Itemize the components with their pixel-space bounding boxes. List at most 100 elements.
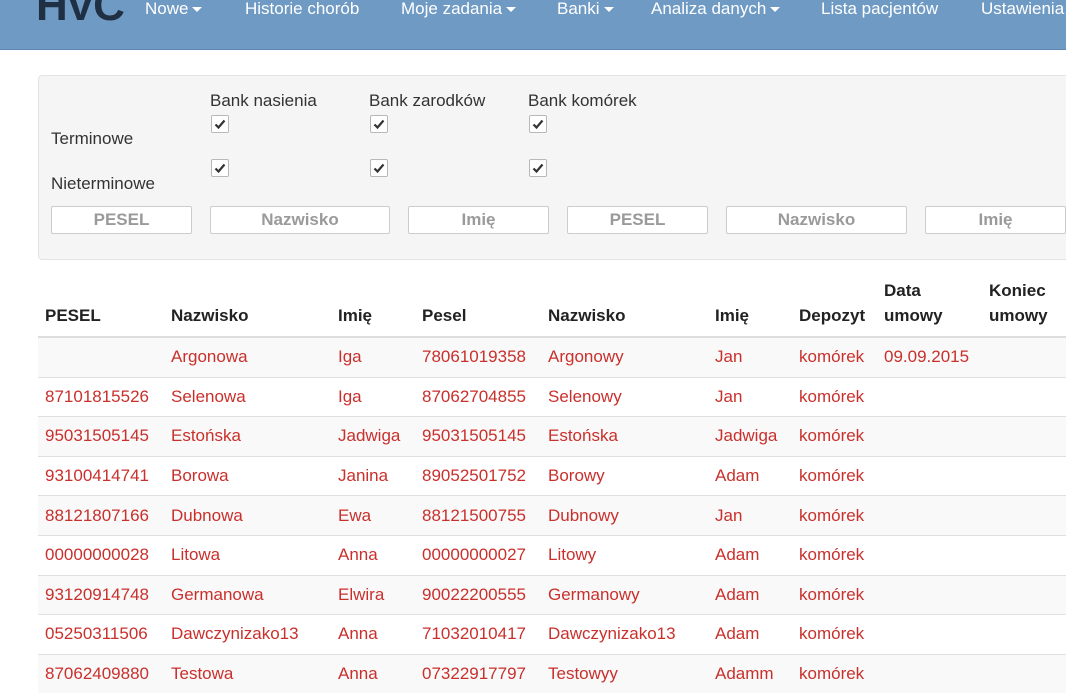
nav-moje-zadania[interactable]: Moje zadania — [401, 0, 517, 22]
cell-koniec-umowy[interactable] — [982, 653, 1066, 693]
table-row[interactable]: 93100414741 Borowa Janina 89052501752 Borowy… — [38, 455, 1066, 496]
nav-nowe[interactable]: Nowe — [145, 0, 203, 22]
cell-partner-pesel[interactable]: 07322917797 — [415, 653, 541, 693]
cell-partner-imie[interactable]: Jan — [708, 495, 792, 536]
cell-data-umowy[interactable] — [877, 614, 982, 655]
cell-imie[interactable]: Anna — [331, 534, 415, 576]
cell-imie[interactable]: Anna — [331, 614, 415, 655]
cell-nazwisko[interactable]: Selenowa — [164, 376, 331, 417]
nav-historie-chorob[interactable]: Historie chorób — [245, 0, 359, 22]
table-row[interactable]: 87101815526 Selenowa Iga 87062704855 Selenow… — [38, 376, 1066, 417]
cell-pesel[interactable]: 05250311506 — [38, 614, 164, 655]
cell-nazwisko[interactable]: Germanowa — [164, 574, 331, 615]
col-header-imie[interactable]: Imię — [331, 278, 415, 338]
cell-koniec-umowy[interactable] — [982, 614, 1066, 655]
cell-data-umowy[interactable] — [877, 455, 982, 496]
partner-pesel-filter-input[interactable] — [567, 206, 708, 234]
cell-data-umowy[interactable] — [877, 416, 982, 457]
cell-imie[interactable]: Ewa — [331, 495, 415, 536]
cell-pesel[interactable]: 93120914748 — [38, 574, 164, 615]
cell-partner-imie[interactable]: Jadwiga — [708, 416, 792, 457]
cell-nazwisko[interactable]: Testowa — [164, 653, 331, 693]
cell-imie[interactable]: Anna — [331, 653, 415, 693]
checkbox-terminowe-zarodkow[interactable] — [370, 115, 388, 133]
cell-partner-imie[interactable]: Adam — [708, 455, 792, 496]
cell-partner-imie[interactable]: Jan — [708, 376, 792, 417]
cell-depozyt[interactable]: komórek — [792, 376, 877, 417]
cell-nazwisko[interactable]: Dawczynizako13 — [164, 614, 331, 655]
cell-partner-nazwisko[interactable]: Selenowy — [541, 376, 708, 417]
table-row[interactable]: 93120914748 Germanowa Elwira 90022200555 Ger… — [38, 574, 1066, 615]
cell-partner-pesel[interactable]: 88121500755 — [415, 495, 541, 536]
cell-nazwisko[interactable]: Argonowa — [164, 336, 331, 378]
col-header-koniec-umowy[interactable]: Koniec umowy — [982, 278, 1066, 338]
cell-partner-pesel[interactable]: 95031505145 — [415, 416, 541, 457]
table-row[interactable]: 88121807166 Dubnowa Ewa 88121500755 Dubnowy J… — [38, 495, 1066, 536]
col-header-data-umowy[interactable]: Data umowy — [877, 278, 982, 338]
col-header-partner-pesel[interactable]: Pesel — [415, 278, 541, 338]
cell-depozyt[interactable]: komórek — [792, 653, 877, 693]
col-header-depozyt[interactable]: Depozyt — [792, 278, 877, 338]
cell-partner-nazwisko[interactable]: Estońska — [541, 416, 708, 457]
nazwisko-filter-input[interactable] — [210, 206, 390, 234]
cell-depozyt[interactable]: komórek — [792, 495, 877, 536]
cell-imie[interactable]: Jadwiga — [331, 416, 415, 457]
cell-partner-imie[interactable]: Adam — [708, 534, 792, 576]
cell-partner-pesel[interactable]: 78061019358 — [415, 336, 541, 378]
cell-koniec-umowy[interactable] — [982, 376, 1066, 417]
cell-pesel[interactable]: 88121807166 — [38, 495, 164, 536]
cell-partner-imie[interactable]: Adam — [708, 574, 792, 615]
cell-data-umowy[interactable] — [877, 653, 982, 693]
pesel-filter-input[interactable] — [51, 206, 192, 234]
checkbox-nieterminowe-zarodkow[interactable] — [370, 159, 388, 177]
col-header-partner-imie[interactable]: Imię — [708, 278, 792, 338]
cell-depozyt[interactable]: komórek — [792, 336, 877, 378]
cell-partner-pesel[interactable]: 87062704855 — [415, 376, 541, 417]
cell-pesel[interactable]: 87062409880 — [38, 653, 164, 693]
cell-koniec-umowy[interactable] — [982, 495, 1066, 536]
cell-partner-imie[interactable]: Jan — [708, 336, 792, 378]
cell-pesel[interactable]: 87101815526 — [38, 376, 164, 417]
cell-partner-pesel[interactable]: 90022200555 — [415, 574, 541, 615]
cell-partner-nazwisko[interactable]: Dawczynizako13 — [541, 614, 708, 655]
cell-imie[interactable]: Iga — [331, 376, 415, 417]
cell-partner-nazwisko[interactable]: Germanowy — [541, 574, 708, 615]
cell-data-umowy[interactable]: 09.09.2015 — [877, 336, 982, 378]
partner-imie-filter-input[interactable] — [925, 206, 1066, 234]
cell-koniec-umowy[interactable] — [982, 416, 1066, 457]
cell-partner-imie[interactable]: Adam — [708, 614, 792, 655]
table-row[interactable]: Argonowa Iga 78061019358 Argonowy Jan komórek… — [38, 336, 1066, 378]
cell-depozyt[interactable]: komórek — [792, 574, 877, 615]
cell-pesel[interactable]: 00000000028 — [38, 534, 164, 576]
cell-partner-nazwisko[interactable]: Borowy — [541, 455, 708, 496]
cell-imie[interactable]: Elwira — [331, 574, 415, 615]
nav-analiza-danych[interactable]: Analiza danych — [651, 0, 781, 22]
cell-koniec-umowy[interactable] — [982, 574, 1066, 615]
app-logo[interactable]: HVC — [36, 0, 125, 28]
checkbox-terminowe-nasienia[interactable] — [211, 115, 229, 133]
nav-lista-pacjentow[interactable]: Lista pacjentów — [821, 0, 938, 22]
cell-nazwisko[interactable]: Dubnowa — [164, 495, 331, 536]
cell-data-umowy[interactable] — [877, 495, 982, 536]
cell-depozyt[interactable]: komórek — [792, 614, 877, 655]
cell-data-umowy[interactable] — [877, 574, 982, 615]
cell-data-umowy[interactable] — [877, 376, 982, 417]
cell-koniec-umowy[interactable] — [982, 455, 1066, 496]
table-row[interactable]: 95031505145 Estońska Jadwiga 95031505145 Est… — [38, 416, 1066, 457]
cell-partner-nazwisko[interactable]: Testowyy — [541, 653, 708, 693]
checkbox-nieterminowe-komorek[interactable] — [529, 159, 547, 177]
cell-nazwisko[interactable]: Litowa — [164, 534, 331, 576]
cell-nazwisko[interactable]: Estońska — [164, 416, 331, 457]
col-header-pesel[interactable]: PESEL — [38, 278, 164, 338]
col-header-nazwisko[interactable]: Nazwisko — [164, 278, 331, 338]
cell-partner-pesel[interactable]: 89052501752 — [415, 455, 541, 496]
cell-imie[interactable]: Janina — [331, 455, 415, 496]
cell-partner-nazwisko[interactable]: Dubnowy — [541, 495, 708, 536]
nav-banki[interactable]: Banki — [557, 0, 614, 22]
partner-nazwisko-filter-input[interactable] — [726, 206, 907, 234]
cell-partner-pesel[interactable]: 71032010417 — [415, 614, 541, 655]
table-row[interactable]: 00000000028 Litowa Anna 00000000027 Litowy Ad… — [38, 534, 1066, 576]
cell-partner-nazwisko[interactable]: Litowy — [541, 534, 708, 576]
checkbox-terminowe-komorek[interactable] — [529, 115, 547, 133]
cell-depozyt[interactable]: komórek — [792, 455, 877, 496]
